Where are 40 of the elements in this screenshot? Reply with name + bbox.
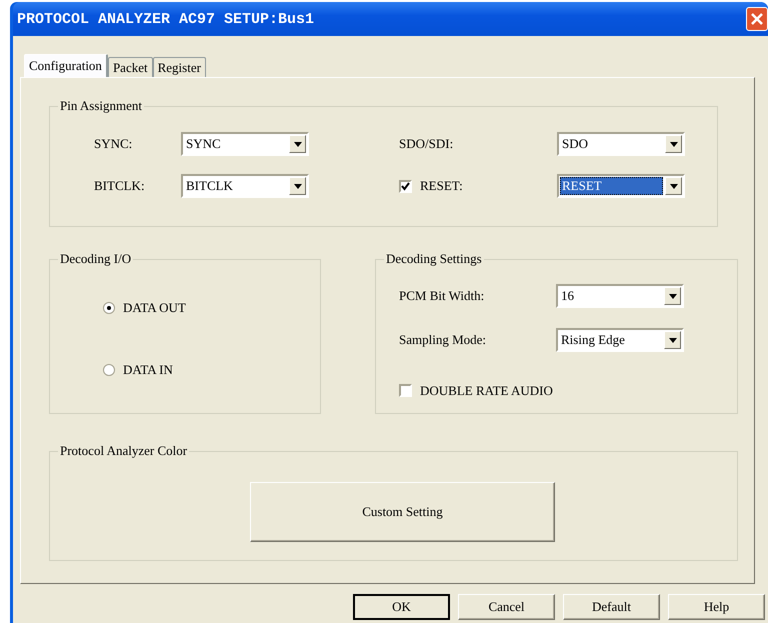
tab[interactable]: Register bbox=[152, 57, 206, 77]
field-label: Sampling Mode: bbox=[399, 332, 488, 348]
dropdown-arrow-icon bbox=[668, 294, 676, 298]
checkbox-label: RESET: bbox=[420, 178, 463, 194]
radio-label: DATA OUT bbox=[123, 300, 186, 316]
group-title: Protocol Analyzer Color bbox=[58, 443, 190, 459]
dialog-button[interactable]: OK bbox=[353, 594, 450, 620]
group-title: Pin Assignment bbox=[58, 98, 144, 114]
close-button[interactable] bbox=[746, 7, 768, 31]
dropdown-arrow-icon bbox=[294, 184, 302, 188]
dropdown[interactable]: Rising Edge bbox=[556, 328, 684, 352]
tab[interactable]: Configuration bbox=[24, 54, 108, 77]
dropdown-arrow-icon bbox=[670, 184, 678, 188]
dropdown[interactable]: 16 bbox=[556, 284, 684, 308]
dialog-button[interactable]: Cancel bbox=[458, 594, 555, 620]
field-label: PCM Bit Width: bbox=[399, 288, 486, 304]
radio-button[interactable] bbox=[103, 364, 115, 376]
tab[interactable]: Packet bbox=[108, 57, 153, 77]
checkbox[interactable] bbox=[399, 180, 412, 192]
group-title: Decoding Settings bbox=[384, 251, 484, 267]
dropdown-arrow-icon bbox=[294, 142, 302, 146]
dropdown[interactable]: SDO bbox=[557, 132, 685, 156]
dropdown-arrow-icon bbox=[670, 142, 678, 146]
custom-setting-button[interactable]: Custom Setting bbox=[250, 482, 555, 542]
checkbox[interactable] bbox=[399, 384, 412, 397]
group-title: Decoding I/O bbox=[58, 251, 134, 267]
close-icon bbox=[751, 13, 763, 25]
dialog-button[interactable]: Default bbox=[563, 594, 660, 620]
dialog-button[interactable]: Help bbox=[668, 594, 765, 620]
field-label: SYNC: bbox=[94, 136, 134, 152]
dropdown[interactable]: RESET bbox=[557, 174, 685, 198]
dropdown-arrow-icon bbox=[668, 338, 676, 342]
radio-label: DATA IN bbox=[123, 362, 173, 378]
radio-button[interactable] bbox=[103, 302, 115, 314]
checkbox-label: DOUBLE RATE AUDIO bbox=[420, 382, 553, 398]
window-title: PROTOCOL ANALYZER AC97 SETUP:Bus1 bbox=[17, 10, 314, 28]
dropdown[interactable]: BITCLK bbox=[181, 174, 309, 198]
field-label: BITCLK: bbox=[94, 178, 146, 194]
dropdown[interactable]: SYNC bbox=[181, 132, 309, 156]
field-label: SDO/SDI: bbox=[399, 136, 454, 152]
